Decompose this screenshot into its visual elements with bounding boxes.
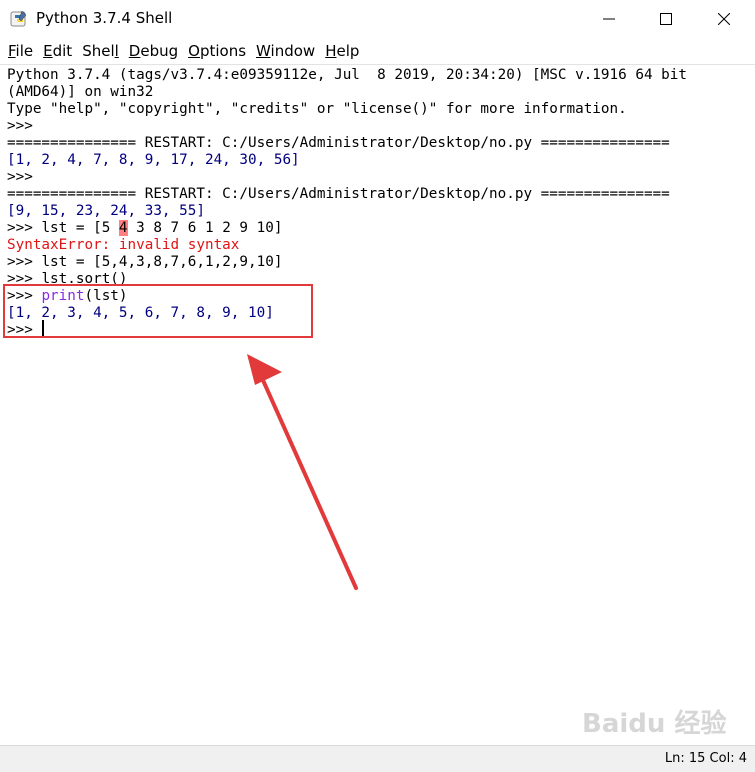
menu-bar: File Edit Shell Debug Options Window Hel… (0, 38, 755, 64)
prompt-line: >>> (7, 169, 42, 185)
command-line: >>> lst.sort() (7, 271, 128, 287)
menu-debug[interactable]: Debug (129, 42, 178, 60)
error-line: SyntaxError: invalid syntax (7, 237, 240, 253)
menu-shell[interactable]: Shell (82, 42, 119, 60)
active-prompt-line: >>> (7, 322, 42, 338)
close-icon (718, 13, 730, 25)
output-line: [1, 2, 3, 4, 5, 6, 7, 8, 9, 10] (7, 305, 274, 321)
minimize-icon (603, 18, 615, 20)
menu-file[interactable]: File (8, 42, 33, 60)
status-bar: Ln: 15 Col: 4 (0, 745, 755, 772)
menu-edit[interactable]: Edit (43, 42, 72, 60)
output-line: [1, 2, 4, 7, 8, 9, 17, 24, 30, 56] (7, 152, 300, 168)
command-line: >>> lst = [5 4 3 8 7 6 1 2 9 10] (7, 220, 283, 236)
prompt-line: >>> (7, 118, 42, 134)
watermark-logo: Baidu 经验 (582, 709, 727, 739)
window-title: Python 3.7.4 Shell (36, 9, 173, 27)
cursor-position: Ln: 15 Col: 4 (664, 751, 747, 766)
title-bar: Python 3.7.4 Shell (0, 0, 755, 38)
menu-help[interactable]: Help (325, 42, 359, 60)
close-button[interactable] (695, 0, 753, 38)
restart-line: =============== RESTART: C:/Users/Admini… (7, 186, 670, 202)
banner-line-1: Python 3.7.4 (tags/v3.7.4:e09359112e, Ju… (7, 67, 687, 83)
syntax-error-marker: 4 (118, 220, 128, 236)
banner-line-2: (AMD64)] on win32 (7, 84, 154, 100)
output-line: [9, 15, 23, 24, 33, 55] (7, 203, 205, 219)
banner-line-3: Type "help", "copyright", "credits" or "… (7, 101, 627, 117)
text-cursor (42, 320, 44, 336)
maximize-button[interactable] (637, 0, 695, 38)
menu-window[interactable]: Window (256, 42, 315, 60)
maximize-icon (660, 13, 672, 25)
shell-text-area[interactable]: Python 3.7.4 (tags/v3.7.4:e09359112e, Ju… (0, 64, 755, 746)
command-line: >>> print(lst) (7, 288, 128, 304)
command-line: >>> lst = [5,4,3,8,7,6,1,2,9,10] (7, 254, 283, 270)
menu-options[interactable]: Options (188, 42, 246, 60)
minimize-button[interactable] (580, 0, 638, 38)
restart-line: =============== RESTART: C:/Users/Admini… (7, 135, 670, 151)
python-idle-icon (10, 10, 27, 27)
